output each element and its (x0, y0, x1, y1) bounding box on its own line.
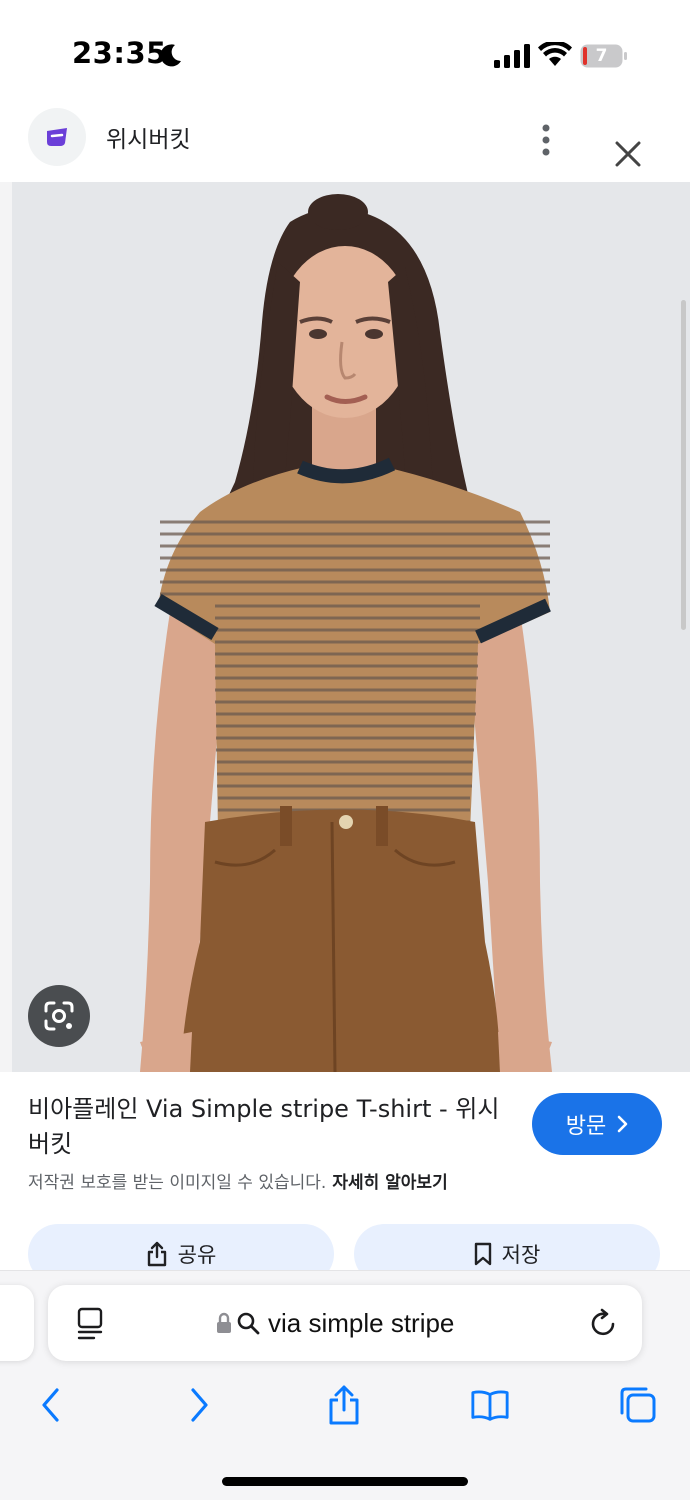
cellular-signal-icon (494, 44, 530, 68)
more-vertical-icon[interactable] (530, 120, 562, 160)
status-time: 23:35 (72, 36, 167, 70)
status-bar: 23:35 7 (0, 0, 690, 104)
site-name[interactable]: 위시버킷 (106, 120, 191, 154)
close-icon[interactable] (610, 136, 646, 172)
copyright-text: 저작권 보호를 받는 이미지일 수 있습니다. (28, 1173, 327, 1193)
visit-label: 방문 (565, 1114, 607, 1139)
back-button[interactable] (30, 1383, 70, 1427)
scroll-indicator[interactable] (681, 300, 686, 630)
tabs-button[interactable] (618, 1383, 658, 1427)
google-lens-button[interactable] (28, 985, 90, 1047)
forward-button[interactable] (180, 1383, 220, 1427)
result-info: 비아플레인 Via Simple stripe T-shirt - 위시버킷 방… (0, 1072, 690, 1284)
google-lens-icon (44, 1001, 74, 1031)
share-icon (329, 1385, 359, 1425)
wishbucket-logo-icon (47, 128, 67, 146)
product-image[interactable] (0, 182, 690, 1072)
back-icon (42, 1388, 59, 1422)
browser-toolbar: via simple stripe (0, 1270, 690, 1500)
reload-icon[interactable] (588, 1307, 620, 1339)
browser-share-button[interactable] (324, 1383, 364, 1427)
forward-icon (191, 1388, 208, 1422)
visit-button[interactable]: 방문 (532, 1093, 662, 1155)
model-photo (0, 182, 690, 1072)
bookmark-icon (474, 1242, 491, 1266)
search-icon (237, 1312, 260, 1335)
previous-tab-preview[interactable] (0, 1285, 34, 1361)
result-title[interactable]: 비아플레인 Via Simple stripe T-shirt - 위시버킷 (28, 1092, 518, 1162)
learn-more-link[interactable]: 자세히 알아보기 (332, 1173, 447, 1193)
wifi-icon (538, 42, 572, 66)
save-label: 저장 (501, 1243, 541, 1267)
chevron-right-icon (617, 1115, 628, 1133)
home-indicator[interactable] (222, 1477, 468, 1486)
url-text: via simple stripe (268, 1307, 455, 1338)
copyright-notice: 저작권 보호를 받는 이미지일 수 있습니다. 자세히 알아보기 (28, 1168, 448, 1193)
site-favicon[interactable] (28, 108, 86, 166)
battery-icon: 7 (580, 44, 628, 68)
moon-icon (160, 44, 181, 67)
tabs-icon (620, 1387, 656, 1423)
lock-icon (217, 1312, 231, 1333)
url-display[interactable]: via simple stripe (216, 1305, 454, 1341)
share-icon (147, 1241, 166, 1267)
battery-level: 7 (595, 46, 608, 66)
brown-pants (180, 806, 500, 1072)
bookmarks-button[interactable] (470, 1383, 510, 1427)
bookmarks-icon (471, 1390, 509, 1421)
share-label: 공유 (177, 1243, 217, 1267)
address-bar[interactable]: via simple stripe (48, 1285, 642, 1361)
result-header: 위시버킷 (0, 104, 690, 182)
reader-mode-icon[interactable] (76, 1307, 106, 1341)
